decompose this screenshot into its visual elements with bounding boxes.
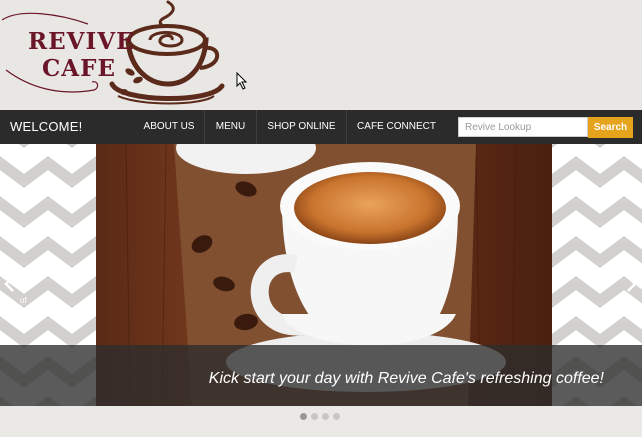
logo-title-line-1: REVIVE — [28, 28, 135, 55]
search-input[interactable] — [458, 117, 588, 137]
chevron-left-icon[interactable] — [3, 274, 17, 294]
mouse-cursor-icon — [236, 72, 248, 90]
search-button[interactable]: Search — [588, 117, 633, 138]
slider-dot-4[interactable] — [333, 413, 340, 420]
slider-pagination — [300, 413, 340, 421]
nav-item-cafe-connect[interactable]: CAFE CONNECT — [346, 110, 446, 144]
nav-item-shop-online[interactable]: SHOP ONLINE — [256, 110, 346, 144]
nav-item-menu[interactable]: MENU — [204, 110, 256, 144]
welcome-link[interactable]: WELCOME! — [10, 110, 82, 144]
slide-counter: of — [20, 296, 27, 305]
slider-dot-2[interactable] — [311, 413, 318, 420]
slider-footer — [0, 406, 642, 437]
logo-title-line-2: CAFE — [42, 55, 117, 82]
chevron-right-icon[interactable] — [624, 274, 638, 294]
site-header: REVIVE CAFE — [0, 0, 642, 110]
slider-dot-3[interactable] — [322, 413, 329, 420]
hero-slider: of Kick start your day with Revive Cafe'… — [0, 144, 642, 406]
slide-caption: Kick start your day with Revive Cafe's r… — [208, 370, 604, 387]
nav-item-about-us[interactable]: ABOUT US — [134, 110, 204, 144]
site-logo[interactable]: REVIVE CAFE — [0, 0, 230, 108]
slider-dot-1[interactable] — [300, 413, 307, 420]
